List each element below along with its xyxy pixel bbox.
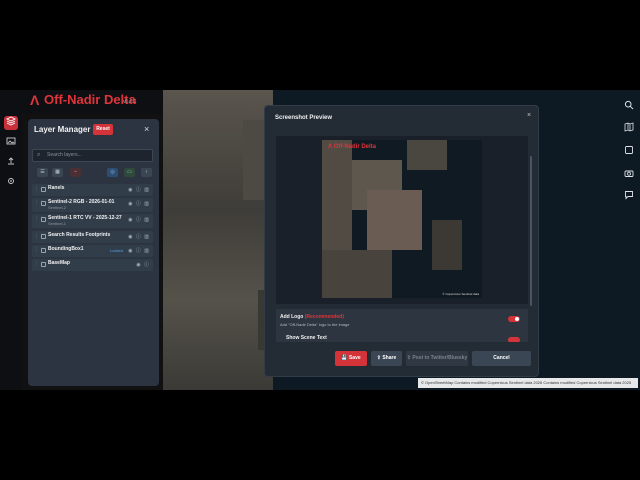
- close-icon[interactable]: ×: [527, 112, 531, 119]
- layer-checkbox[interactable]: [41, 248, 46, 253]
- layer-name: Ranels: [48, 185, 65, 191]
- layer-row[interactable]: ⋮⋮ BoundingBox1 Locked ◉ ⓘ ▥: [32, 245, 153, 257]
- layer-checkbox[interactable]: [41, 217, 46, 222]
- layer-name: BaseMap: [48, 260, 70, 266]
- options-panel: Add Logo (Recommended) Add "Off-Nadir De…: [276, 309, 528, 342]
- map-attribution[interactable]: © OpenStreetMap Contains modified Copern…: [418, 378, 638, 388]
- preview-container: Λ Off-Nadir Delta © Copernicus Sentinel …: [276, 136, 528, 304]
- right-rail: [618, 90, 640, 390]
- layer-row[interactable]: ⋮⋮ Sentinel-2 RGB - 2026-01-01 Sentinel-…: [32, 198, 153, 212]
- cancel-button[interactable]: Cancel: [472, 351, 531, 366]
- layer-actions[interactable]: ◉ ⓘ ▥: [128, 233, 150, 240]
- layer-toolbar: ☰ ▦ ⌁ ◎ ▭ ‹: [32, 168, 153, 177]
- layer-actions[interactable]: ◉ ⓘ ▥: [128, 247, 150, 254]
- collapse-icon[interactable]: ‹: [141, 168, 152, 177]
- square-icon[interactable]: [623, 145, 635, 157]
- layer-row[interactable]: ⋮⋮ Sentinel-1 RTC VV - 2025-12-27 Sentin…: [32, 214, 153, 228]
- search-placeholder: Search layers...: [47, 152, 82, 158]
- preview-attribution: © Copernicus Sentinel data: [442, 292, 479, 296]
- modal-title: Screenshot Preview: [275, 115, 333, 121]
- camera-icon[interactable]: [623, 168, 635, 180]
- close-icon[interactable]: ×: [144, 124, 149, 134]
- show-scene-text-label: Show Scene Text: [286, 335, 327, 341]
- layer-row[interactable]: ⋮⋮ Ranels ◉ ⓘ ▥: [32, 184, 153, 196]
- screenshot-preview-modal: Screenshot Preview × Λ Off-Nadir Delta ©…: [264, 105, 539, 377]
- layer-checkbox[interactable]: [41, 201, 46, 206]
- layer-name: BoundingBox1: [48, 246, 84, 252]
- settings-icon[interactable]: [4, 176, 18, 190]
- preview-land: [367, 190, 422, 250]
- map-icon[interactable]: [623, 122, 635, 134]
- chat-icon[interactable]: [623, 190, 635, 202]
- app-title: Off-Nadir Delta: [44, 92, 136, 107]
- chart-icon[interactable]: ⌁: [70, 168, 81, 177]
- share-button[interactable]: ⇪ Share: [371, 351, 402, 366]
- add-logo-toggle[interactable]: [508, 316, 520, 322]
- layer-checkbox[interactable]: [41, 187, 46, 192]
- post-button[interactable]: ⇧ Post to Twitter/Bluesky: [406, 351, 468, 366]
- layer-actions[interactable]: ◉ ⓘ ▥: [128, 216, 150, 223]
- preview-land: [407, 140, 447, 170]
- reset-button[interactable]: Reset: [93, 124, 113, 135]
- layer-manager-title: Layer Manager: [34, 125, 91, 134]
- layer-actions[interactable]: ◉ ⓘ: [136, 261, 150, 268]
- search-icon: ⌕: [37, 152, 41, 158]
- target-icon[interactable]: ◎: [107, 168, 118, 177]
- show-scene-text-toggle[interactable]: [508, 337, 520, 342]
- header-bar: Λ Off-Nadir Delta v0.0.1: [0, 90, 163, 114]
- layer-actions[interactable]: ◉ ⓘ ▥: [128, 186, 150, 193]
- layer-row[interactable]: ⋮⋮ BaseMap ◉ ⓘ: [32, 259, 153, 271]
- app-frame: Λ Off-Nadir Delta v0.0.1 Layer Manager R…: [0, 90, 640, 390]
- calendar-icon[interactable]: ▦: [52, 168, 63, 177]
- layer-source: Sentinel-1: [48, 221, 67, 226]
- layers-icon[interactable]: [4, 116, 18, 130]
- layer-checkbox[interactable]: [41, 234, 46, 239]
- layer-search-input[interactable]: ⌕ Search layers...: [32, 149, 153, 162]
- search-icon[interactable]: [623, 100, 635, 112]
- layer-actions[interactable]: ◉ ⓘ ▥: [128, 200, 150, 207]
- preview-land: [322, 250, 392, 298]
- layer-checkbox[interactable]: [41, 262, 46, 267]
- folder-icon[interactable]: ▭: [124, 168, 135, 177]
- layer-source: Sentinel-2: [48, 205, 67, 210]
- save-button[interactable]: 💾 Save: [335, 351, 367, 366]
- preview-image: Λ Off-Nadir Delta © Copernicus Sentinel …: [322, 140, 482, 298]
- logo-icon: Λ: [30, 92, 40, 108]
- app-version: v0.0.1: [123, 99, 137, 105]
- layer-name: Search Results Footprints: [48, 232, 111, 238]
- modal-scrollbar[interactable]: [530, 156, 532, 306]
- image-icon[interactable]: [4, 136, 18, 150]
- preview-land: [432, 220, 462, 270]
- add-logo-description: Add "Off-Nadir Delta" logo to the image: [280, 322, 350, 327]
- left-rail: [0, 114, 22, 390]
- preview-logo: Λ Off-Nadir Delta: [328, 144, 377, 150]
- locked-badge: Locked: [110, 248, 123, 253]
- upload-icon[interactable]: [4, 156, 18, 170]
- list-view-icon[interactable]: ☰: [37, 168, 48, 177]
- layer-row[interactable]: ⋮⋮ Search Results Footprints ◉ ⓘ ▥: [32, 231, 153, 243]
- layer-manager-panel: Layer Manager Reset × ⌕ Search layers...…: [28, 119, 159, 386]
- add-logo-label: Add Logo (Recommended): [280, 314, 344, 320]
